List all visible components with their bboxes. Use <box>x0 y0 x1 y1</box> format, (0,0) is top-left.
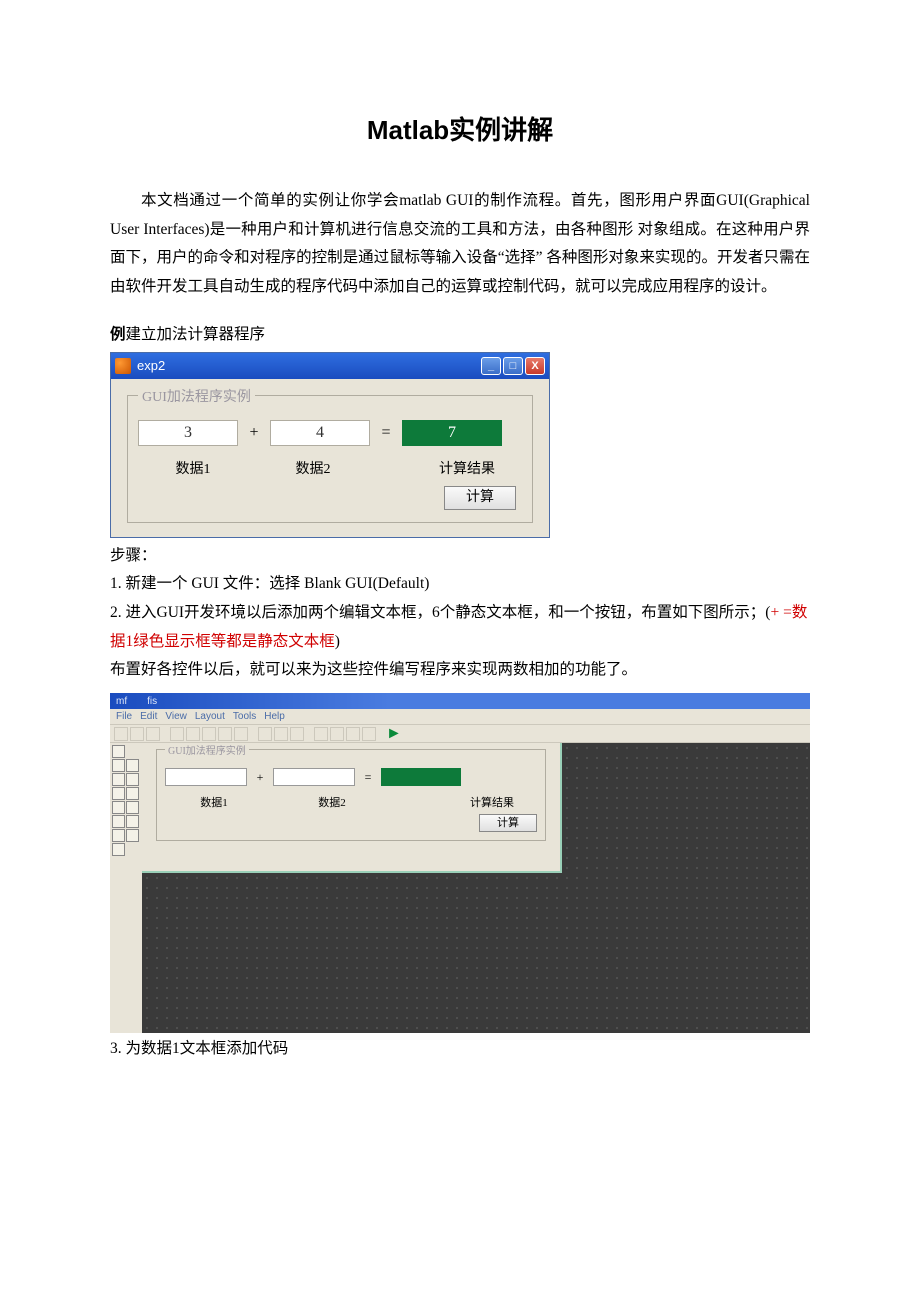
steps-header: 步骤： <box>110 542 810 571</box>
step-1: 1. 新建一个 GUI 文件：选择 Blank GUI(Default) <box>110 570 810 599</box>
groupbox-legend: GUI加法程序实例 <box>138 386 255 406</box>
menu-help[interactable]: Help <box>264 711 285 722</box>
toolbar-redo-icon[interactable] <box>234 727 248 741</box>
titlebar: exp2 _ □ X <box>111 353 549 379</box>
palette-edit-icon[interactable] <box>112 787 125 800</box>
design-label1: 数据1 <box>165 794 263 810</box>
toolbar-browser-icon[interactable] <box>362 727 376 741</box>
window-buttons: _ □ X <box>481 357 545 375</box>
palette-radio-icon[interactable] <box>112 773 125 786</box>
design-button-row: 计算 <box>165 814 537 832</box>
close-button[interactable]: X <box>525 357 545 375</box>
design-label-row: 数据1 数据2 计算结果 <box>165 794 537 810</box>
design-calc-button[interactable]: 计算 <box>479 814 537 832</box>
palette-listbox-icon[interactable] <box>126 801 139 814</box>
component-palette <box>110 743 142 1033</box>
maximize-button[interactable]: □ <box>503 357 523 375</box>
palette-buttongroup-icon[interactable] <box>112 843 125 856</box>
step-2: 2. 进入GUI开发环境以后添加两个编辑文本框，6个静态文本框，和一个按钮，布置… <box>110 599 810 656</box>
steps-block: 步骤： 1. 新建一个 GUI 文件：选择 Blank GUI(Default)… <box>110 542 810 685</box>
palette-checkbox-icon[interactable] <box>126 773 139 786</box>
calculate-button[interactable]: 计算 <box>444 486 516 510</box>
toolbar-copy-icon[interactable] <box>186 727 200 741</box>
label-result: 计算结果 <box>412 458 522 478</box>
canvas-grid-bottom <box>142 873 810 1033</box>
example-bold: 例 <box>110 326 126 343</box>
palette-slider-icon[interactable] <box>126 759 139 772</box>
toolbar-paste-icon[interactable] <box>202 727 216 741</box>
design-plus: + <box>251 770 269 785</box>
equals-label: = <box>374 424 398 442</box>
step2-text-a: 2. 进入GUI开发环境以后添加两个编辑文本框，6个静态文本框，和一个按钮，布置… <box>110 604 770 621</box>
guide-menubar: File Edit View Layout Tools Help <box>110 709 810 725</box>
palette-toggle-icon[interactable] <box>112 815 125 828</box>
palette-popup-icon[interactable] <box>112 801 125 814</box>
design-label3: 计算结果 <box>447 794 537 810</box>
toolbar-cut-icon[interactable] <box>170 727 184 741</box>
palette-table-icon[interactable] <box>126 815 139 828</box>
design-legend: GUI加法程序实例 <box>165 743 249 757</box>
design-equals: = <box>359 770 377 785</box>
menu-edit[interactable]: Edit <box>140 711 157 722</box>
design-groupbox: GUI加法程序实例 + = 数据1 数据2 计算结果 <box>156 749 546 841</box>
input-row: 3 + 4 = 7 <box>138 420 522 446</box>
toolbar-new-icon[interactable] <box>114 727 128 741</box>
input-data2[interactable]: 4 <box>270 420 370 446</box>
exp2-window: exp2 _ □ X GUI加法程序实例 3 + 4 = 7 数据1 数据2 计… <box>110 352 550 538</box>
menu-file[interactable]: File <box>116 711 132 722</box>
guide-toolbar: ► <box>110 725 810 743</box>
toolbar-undo-icon[interactable] <box>218 727 232 741</box>
design-input1[interactable] <box>165 768 247 786</box>
label-data2: 数据2 <box>248 458 378 478</box>
design-input2[interactable] <box>273 768 355 786</box>
design-form[interactable]: GUI加法程序实例 + = 数据1 数据2 计算结果 <box>142 743 562 873</box>
palette-panel-icon[interactable] <box>126 829 139 842</box>
guide-titlebar: mf fis <box>110 693 810 709</box>
guide-title-left: mf <box>116 696 127 707</box>
gui-groupbox: GUI加法程序实例 3 + 4 = 7 数据1 数据2 计算结果 计算 <box>127 395 533 523</box>
step2-text-c: 布置好各控件以后，就可以来为这些控件编写程序来实现两数相加的功能了。 <box>110 656 810 685</box>
toolbar-prop-icon[interactable] <box>330 727 344 741</box>
menu-layout[interactable]: Layout <box>195 711 225 722</box>
design-input-row: + = <box>165 768 537 786</box>
palette-axes-icon[interactable] <box>112 829 125 842</box>
guide-title-right: fis <box>147 696 157 707</box>
guide-editor-window: mf fis File Edit View Layout Tools Help <box>110 693 810 1033</box>
intro-paragraph: 本文档通过一个简单的实例让你学会matlab GUI的制作流程。首先，图形用户界… <box>110 187 810 302</box>
design-label2: 数据2 <box>283 794 381 810</box>
page-title: Matlab实例讲解 <box>110 110 810 147</box>
matlab-icon <box>115 358 131 374</box>
menu-tools[interactable]: Tools <box>233 711 256 722</box>
design-result <box>381 768 461 786</box>
guide-content: GUI加法程序实例 + = 数据1 数据2 计算结果 <box>110 743 810 1033</box>
design-canvas[interactable]: GUI加法程序实例 + = 数据1 数据2 计算结果 <box>142 743 810 1033</box>
window-title: exp2 <box>137 358 165 373</box>
toolbar-save-icon[interactable] <box>146 727 160 741</box>
plus-label: + <box>242 424 266 442</box>
palette-select-icon[interactable] <box>112 745 125 758</box>
step-3: 3. 为数据1文本框添加代码 <box>110 1035 810 1064</box>
step2-text-b: ) <box>335 633 340 650</box>
example-heading: 例建立加法计算器程序 <box>110 322 810 344</box>
palette-pushbutton-icon[interactable] <box>112 759 125 772</box>
label-data1: 数据1 <box>138 458 248 478</box>
toolbar-run-icon[interactable]: ► <box>386 725 402 743</box>
toolbar-menu-icon[interactable] <box>274 727 288 741</box>
result-display: 7 <box>402 420 502 446</box>
palette-text-icon[interactable] <box>126 787 139 800</box>
input-data1[interactable]: 3 <box>138 420 238 446</box>
menu-view[interactable]: View <box>165 711 187 722</box>
toolbar-open-icon[interactable] <box>130 727 144 741</box>
toolbar-tab-icon[interactable] <box>290 727 304 741</box>
toolbar-align-icon[interactable] <box>258 727 272 741</box>
button-row: 计算 <box>138 486 522 510</box>
minimize-button[interactable]: _ <box>481 357 501 375</box>
label-row: 数据1 数据2 计算结果 <box>138 458 522 478</box>
example-rest: 建立加法计算器程序 <box>126 326 266 343</box>
toolbar-mfile-icon[interactable] <box>346 727 360 741</box>
toolbar-object-icon[interactable] <box>314 727 328 741</box>
